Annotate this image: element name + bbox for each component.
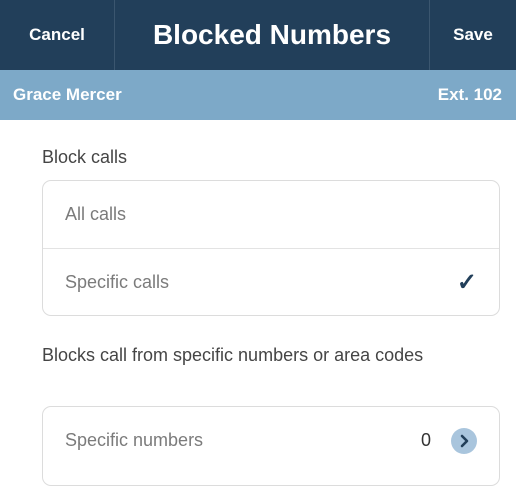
option-all-calls[interactable]: All calls — [43, 181, 499, 248]
user-name: Grace Mercer — [13, 85, 122, 104]
option-label: All calls — [65, 204, 127, 224]
block-calls-group: All calls Specific calls ✓ — [42, 180, 500, 316]
user-extension: Ext. 102 — [437, 85, 502, 104]
page-title: Blocked Numbers — [152, 19, 392, 50]
option-label: Specific calls — [65, 271, 170, 292]
cancel-button[interactable]: Cancel — [0, 0, 115, 70]
navigation-bar: Cancel Blocked Numbers Save — [0, 0, 516, 70]
save-button[interactable]: Save — [429, 0, 516, 70]
chevron-right-icon[interactable] — [451, 427, 477, 454]
user-bar: Grace Mercer Ext. 102 — [0, 70, 516, 120]
specific-numbers-label: Specific numbers — [65, 430, 204, 450]
option-specific-calls[interactable]: Specific calls ✓ — [43, 248, 499, 315]
block-calls-heading: Block calls — [42, 147, 128, 167]
specific-description: Blocks call from specific numbers or are… — [42, 345, 424, 365]
checkmark-icon: ✓ — [456, 268, 477, 296]
specific-numbers-right: 0 — [420, 427, 477, 454]
specific-numbers-row[interactable]: Specific numbers 0 — [43, 407, 499, 474]
specific-numbers-group: Specific numbers 0 — [42, 406, 500, 486]
specific-numbers-count: 0 — [420, 430, 431, 450]
